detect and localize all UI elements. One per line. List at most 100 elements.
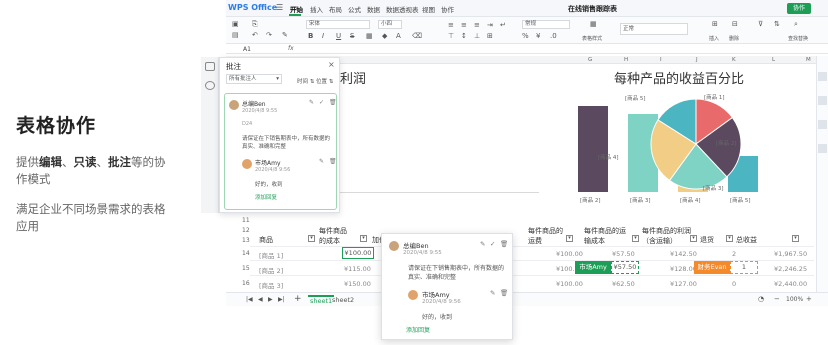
cell-total-2[interactable]: ¥2,246.25 — [774, 265, 807, 273]
tab-view[interactable]: 视图 — [422, 4, 435, 14]
column-header-h[interactable]: H — [624, 57, 628, 63]
chat-icon[interactable] — [205, 81, 215, 90]
last-sheet-icon[interactable]: ▶| — [278, 296, 285, 303]
valign-bottom-icon[interactable]: ⊥ — [474, 32, 480, 40]
font-color-icon[interactable]: A — [396, 32, 401, 40]
delete-icon[interactable]: 🗑 — [500, 289, 508, 297]
edit-icon[interactable]: ✎ — [319, 158, 324, 165]
cell-shipping-3[interactable]: ¥100.00 — [556, 280, 583, 288]
sheet-tab-2[interactable]: sheet2 — [332, 296, 354, 304]
cell-reference[interactable]: A1 — [243, 46, 251, 53]
delete-icon[interactable]: ⊟ — [732, 20, 738, 28]
align-right-icon[interactable]: ≡ — [474, 21, 480, 29]
add-sheet-icon[interactable]: + — [294, 294, 302, 304]
cell-cost-3[interactable]: ¥150.00 — [344, 280, 371, 288]
number-format-select[interactable]: 常规 — [522, 20, 570, 29]
collaborate-button[interactable]: 协作 — [787, 3, 811, 14]
find-replace-label[interactable]: 查找替换 — [788, 35, 808, 42]
zoom-in-icon[interactable]: + — [806, 295, 812, 303]
sort-icon[interactable]: ⇅ — [774, 20, 780, 28]
cell-returns-1[interactable]: 2 — [732, 250, 736, 258]
filter-dropdown-product[interactable]: ▾ — [308, 235, 315, 242]
row-number-13[interactable]: 13 — [242, 237, 250, 244]
format-painter-icon[interactable]: ✎ — [282, 31, 288, 39]
bold-icon[interactable]: B — [308, 32, 313, 40]
column-header-i[interactable]: I — [660, 57, 662, 63]
cell-product-1[interactable]: [商品 1] — [259, 250, 283, 260]
underline-icon[interactable]: U — [336, 32, 341, 40]
filter-dropdown-returns[interactable]: ▾ — [726, 235, 733, 242]
indent-icon[interactable]: ⇥ — [487, 21, 493, 29]
column-header-l[interactable]: L — [772, 57, 775, 63]
filter-icon[interactable]: ⊽ — [758, 20, 763, 28]
resolve-icon[interactable]: ✓ — [319, 99, 324, 106]
cell-returns-2[interactable]: 1 — [730, 261, 758, 274]
clear-icon[interactable]: ⌫ — [412, 32, 422, 40]
font-name-select[interactable]: 宋体 — [306, 20, 370, 29]
italic-icon[interactable]: I — [322, 32, 324, 40]
column-header-k[interactable]: K — [732, 57, 736, 63]
sheet-tab-1[interactable]: sheet1 — [308, 295, 335, 305]
wrap-icon[interactable]: ↵ — [500, 21, 506, 29]
paste-icon[interactable]: ⎘ — [252, 20, 258, 29]
cell-transport-2[interactable]: ¥57.50 — [611, 261, 639, 274]
delete-icon[interactable]: 🗑 — [329, 99, 337, 106]
delete-label[interactable]: 删除 — [729, 35, 739, 42]
valign-top-icon[interactable]: ⊤ — [448, 32, 454, 40]
comment-thread[interactable]: 总编Ben 2020/4/8 9:55 ✎ ✓ 🗑 D24 请保证在下销售期表中… — [224, 93, 337, 210]
cell-cost-1[interactable]: ¥100.00 — [342, 247, 374, 259]
redo-icon[interactable]: ↷ — [266, 31, 272, 39]
row-number-14[interactable]: 14 — [242, 250, 250, 257]
valign-middle-icon[interactable]: ↕ — [461, 32, 467, 40]
sidebar-icon-3[interactable] — [818, 120, 827, 129]
tab-collaborate[interactable]: 协作 — [441, 4, 454, 14]
insert-label[interactable]: 插入 — [709, 35, 719, 42]
tab-pivot[interactable]: 数据透视表 — [386, 4, 419, 14]
row-number-11[interactable]: 11 — [242, 217, 250, 224]
cell-product-3[interactable]: [商品 3] — [259, 280, 283, 290]
zoom-out-icon[interactable]: − — [774, 295, 780, 303]
tab-insert[interactable]: 插入 — [310, 4, 323, 14]
currency-icon[interactable]: ¥ — [536, 32, 540, 40]
tab-formula[interactable]: 公式 — [348, 4, 361, 14]
edit-icon[interactable]: ✎ — [480, 240, 485, 248]
close-icon[interactable]: × — [328, 60, 335, 69]
percent-icon[interactable]: % — [522, 32, 529, 40]
save-icon[interactable]: ▣ — [232, 20, 239, 28]
sort-by-position[interactable]: 位置 ⇅ — [316, 77, 333, 85]
align-center-icon[interactable]: ≡ — [461, 21, 467, 29]
filter-dropdown-total[interactable]: ▾ — [792, 235, 799, 242]
sidebar-icon-2[interactable] — [818, 96, 827, 105]
strikethrough-icon[interactable]: S — [350, 32, 354, 40]
cell-shipping-1[interactable]: ¥100.00 — [556, 250, 583, 258]
cell-product-2[interactable]: [商品 2] — [259, 265, 283, 275]
row-number-12[interactable]: 12 — [242, 227, 250, 234]
cell-cost-2[interactable]: ¥115.00 — [344, 265, 371, 273]
sort-by-time[interactable]: 时间 ⇅ — [297, 77, 314, 85]
decimal-icon[interactable]: .0 — [550, 32, 557, 40]
filter-dropdown-cost[interactable]: ▾ — [360, 235, 367, 242]
add-reply-link[interactable]: 添加回复 — [406, 325, 430, 334]
table-style-label[interactable]: 表格样式 — [582, 35, 602, 42]
filter-dropdown-profit[interactable]: ▾ — [690, 235, 697, 242]
fill-color-icon[interactable]: ◆ — [382, 32, 387, 40]
sidebar-icon-4[interactable] — [818, 144, 827, 153]
merge-icon[interactable]: ⊞ — [487, 32, 493, 40]
find-icon[interactable]: ⌕ — [794, 20, 798, 29]
cell-profit-1[interactable]: ¥142.50 — [670, 250, 697, 258]
resolve-icon[interactable]: ✓ — [490, 240, 495, 248]
edit-icon[interactable]: ✎ — [309, 99, 314, 106]
row-number-15[interactable]: 15 — [242, 265, 250, 272]
cell-returns-3[interactable]: 0 — [732, 280, 736, 288]
cell-transport-3[interactable]: ¥62.50 — [612, 280, 635, 288]
first-sheet-icon[interactable]: |◀ — [246, 296, 253, 303]
tab-layout[interactable]: 布局 — [329, 4, 342, 14]
cell-total-3[interactable]: ¥2,440.00 — [774, 280, 807, 288]
insert-icon[interactable]: ⊞ — [712, 20, 718, 28]
formula-input[interactable] — [298, 45, 818, 53]
column-header-g[interactable]: G — [588, 57, 592, 63]
cell-profit-2[interactable]: ¥128.00 — [670, 265, 697, 273]
cell-profit-3[interactable]: ¥127.00 — [670, 280, 697, 288]
delete-icon[interactable]: 🗑 — [500, 240, 508, 248]
align-left-icon[interactable]: ≡ — [448, 21, 454, 29]
